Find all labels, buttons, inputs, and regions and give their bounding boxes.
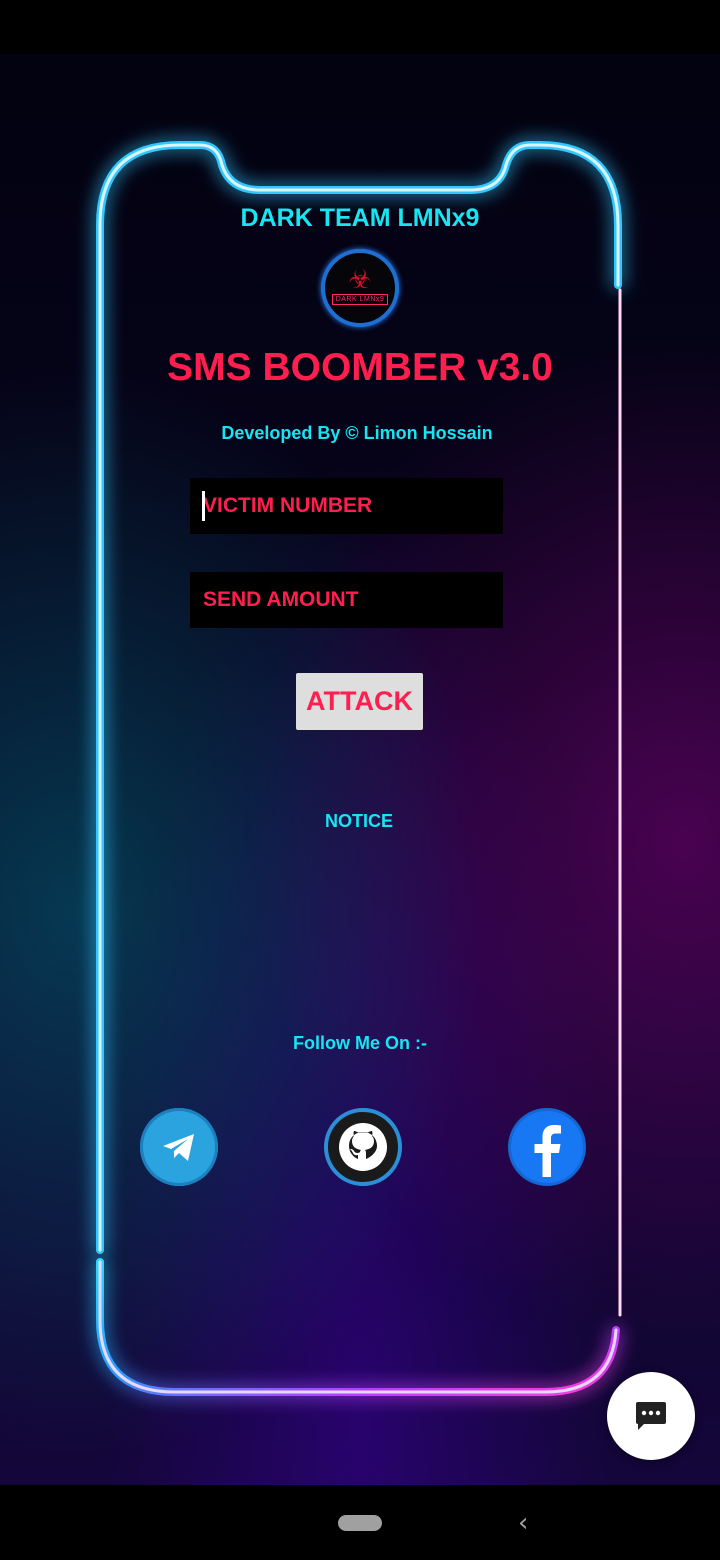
logo-badge-text: DARK LMNx9 bbox=[331, 293, 389, 305]
home-pill[interactable] bbox=[338, 1515, 382, 1531]
github-icon bbox=[339, 1123, 387, 1171]
facebook-button[interactable] bbox=[508, 1108, 586, 1186]
team-name: DARK TEAM LMNx9 bbox=[240, 204, 480, 232]
telegram-button[interactable] bbox=[140, 1108, 218, 1186]
status-bar bbox=[0, 0, 720, 54]
text-caret bbox=[202, 491, 205, 521]
developer-credit: Developed By © Limon Hossain bbox=[221, 423, 493, 443]
back-chevron-icon[interactable]: ‹ bbox=[518, 1510, 536, 1536]
notice-label: NOTICE bbox=[324, 811, 393, 831]
telegram-icon bbox=[163, 1134, 194, 1161]
app-title: SMS BOOMBER v3.0 bbox=[167, 346, 553, 389]
victim-number-placeholder: VICTIM NUMBER bbox=[203, 494, 373, 517]
team-logo: ☣ DARK LMNx9 bbox=[321, 249, 399, 327]
send-amount-input[interactable]: SEND AMOUNT bbox=[190, 572, 503, 628]
chat-bubble-icon bbox=[636, 1402, 666, 1430]
send-amount-placeholder: SEND AMOUNT bbox=[203, 588, 359, 611]
victim-number-input[interactable]: VICTIM NUMBER bbox=[190, 478, 503, 534]
biohazard-icon: ☣ bbox=[348, 263, 372, 294]
attack-button[interactable]: ATTACK bbox=[296, 673, 423, 730]
follow-label: Follow Me On :- bbox=[293, 1033, 427, 1053]
github-button[interactable] bbox=[324, 1108, 402, 1186]
chat-button[interactable] bbox=[607, 1372, 695, 1460]
facebook-icon bbox=[534, 1125, 561, 1177]
app-screen: DARK TEAM LMNx9 ☣ DARK LMNx9 SMS BOOMBER… bbox=[0, 0, 720, 1560]
